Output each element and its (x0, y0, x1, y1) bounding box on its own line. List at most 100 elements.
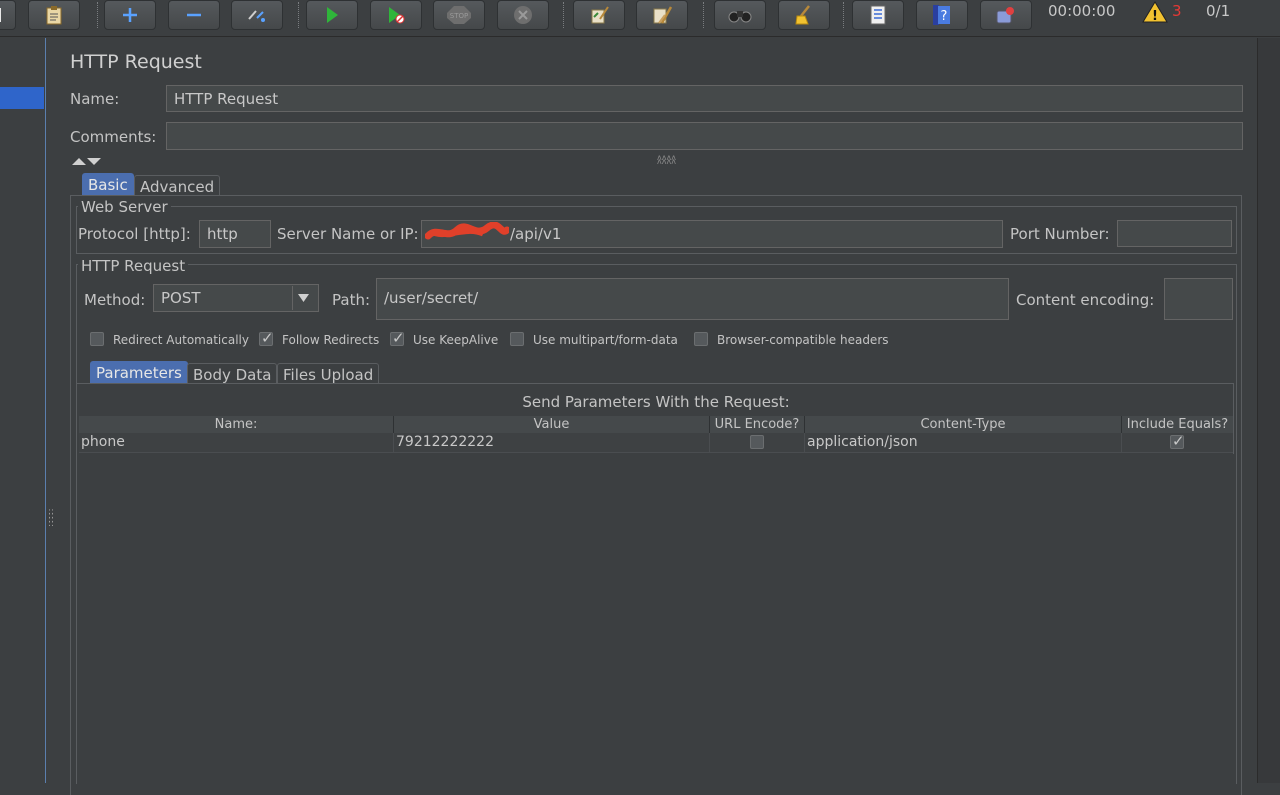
server-value: /api/v1 (510, 225, 562, 243)
checkmark-icon: ✓ (1172, 432, 1185, 450)
binoculars-icon (728, 11, 752, 23)
multipart-checkbox[interactable] (510, 332, 524, 346)
toolbar-separator (563, 2, 564, 28)
stop-icon: STOP (447, 6, 471, 24)
checkmark-icon: ✓ (261, 329, 274, 347)
toolbar: STOP ? 00:00:00 ! 3 0/1 (0, 0, 1280, 37)
include-equals-cell[interactable]: ✓ (1122, 432, 1233, 452)
server-label: Server Name or IP: (277, 225, 419, 243)
plus-icon (123, 8, 137, 22)
column-header-name[interactable]: Name: (79, 416, 394, 433)
url-encode-checkbox[interactable] (750, 435, 764, 449)
column-header-content-type[interactable]: Content-Type (805, 416, 1122, 433)
remote-button[interactable] (980, 0, 1032, 30)
tab-files-upload[interactable]: Files Upload (277, 363, 380, 384)
path-label: Path: (332, 291, 371, 309)
param-name-cell[interactable]: phone (79, 433, 394, 452)
tab-basic[interactable]: Basic (82, 173, 134, 195)
play-no-timer-icon (389, 7, 405, 24)
comments-label: Comments: (70, 128, 157, 146)
param-value-cell[interactable]: 79212222222 (394, 433, 710, 452)
column-header-url-encode[interactable]: URL Encode? (710, 416, 805, 433)
chevron-down-icon[interactable] (298, 294, 310, 302)
toggle-icon (248, 10, 265, 22)
parameters-caption: Send Parameters With the Request: (522, 393, 790, 411)
start-button[interactable] (306, 0, 358, 30)
browser-headers-checkbox[interactable] (694, 332, 708, 346)
collapse-button[interactable] (168, 0, 220, 30)
splitter-grip[interactable]: :::::::: (48, 508, 54, 529)
path-field[interactable]: /user/secret/ (376, 278, 1009, 320)
use-keepalive-checkbox[interactable]: ✓ (390, 329, 405, 347)
multipart-label: Use multipart/form-data (533, 333, 678, 347)
shutdown-icon (514, 6, 532, 24)
templates-button[interactable] (28, 0, 80, 30)
name-label: Name: (70, 90, 120, 108)
list-icon (870, 5, 886, 25)
tree-selected-item[interactable] (0, 87, 44, 109)
clear-icon (591, 6, 609, 24)
save-icon-button[interactable] (0, 0, 16, 30)
toggle-button[interactable] (231, 0, 283, 30)
http-request-title: HTTP Request (78, 257, 189, 275)
toolbar-separator (703, 2, 704, 28)
protocol-label: Protocol [http]: (78, 225, 191, 243)
clipboard-icon (46, 6, 62, 25)
browser-headers-label: Browser-compatible headers (717, 333, 889, 347)
help-button[interactable]: ? (916, 0, 968, 30)
tab-parameters[interactable]: Parameters (90, 361, 188, 383)
method-label: Method: (84, 291, 146, 309)
broom-icon (795, 5, 810, 25)
function-helper-button[interactable] (852, 0, 904, 30)
column-header-include-equals[interactable]: Include Equals? (1122, 416, 1233, 433)
name-field[interactable]: HTTP Request (166, 85, 1243, 112)
remote-icon (996, 7, 1014, 24)
collapse-arrows-icon[interactable] (71, 157, 103, 167)
content-encoding-label: Content encoding: (1016, 291, 1155, 309)
select-divider (292, 286, 293, 310)
shutdown-button[interactable] (497, 0, 549, 30)
toolbar-separator (97, 2, 98, 28)
url-encode-cell[interactable] (710, 433, 805, 452)
follow-redirects-label: Follow Redirects (282, 333, 380, 347)
follow-redirects-checkbox[interactable]: ✓ (259, 329, 274, 347)
content-encoding-field[interactable] (1164, 278, 1233, 320)
warning-count: 3 (1172, 2, 1182, 20)
svg-text:?: ? (941, 9, 948, 24)
clear-all-button[interactable] (636, 0, 688, 30)
port-field[interactable] (1117, 220, 1232, 247)
column-header-value[interactable]: Value (394, 416, 710, 433)
clear-all-icon (653, 6, 673, 24)
content-type-cell[interactable]: application/json (805, 433, 1122, 452)
port-label: Port Number: (1010, 225, 1110, 243)
checkmark-icon: ✓ (392, 329, 405, 347)
svg-text:!: ! (1152, 9, 1158, 23)
comments-field[interactable] (166, 122, 1243, 150)
redirect-automatically-checkbox[interactable] (90, 332, 104, 346)
clear-button[interactable] (573, 0, 625, 30)
search-button[interactable] (714, 0, 766, 30)
reset-search-button[interactable] (778, 0, 830, 30)
protocol-field[interactable]: http (199, 220, 271, 248)
elapsed-timer: 00:00:00 (1048, 2, 1116, 20)
warning-icon[interactable]: ! (1142, 1, 1168, 23)
table-empty-area (79, 454, 1234, 783)
thread-count: 0/1 (1206, 2, 1231, 20)
redaction-scribble (425, 222, 509, 240)
play-icon (327, 7, 338, 23)
method-value: POST (161, 289, 201, 307)
minus-icon (187, 13, 201, 17)
include-equals-checkbox[interactable]: ✓ (1170, 432, 1185, 450)
help-icon: ? (933, 5, 950, 25)
svg-text:STOP: STOP (450, 12, 468, 20)
toolbar-separator (298, 2, 299, 28)
stop-button[interactable]: STOP (433, 0, 485, 30)
web-server-title: Web Server (78, 198, 171, 216)
page-title: HTTP Request (70, 51, 202, 73)
start-no-pauses-button[interactable] (370, 0, 422, 30)
expand-button[interactable] (104, 0, 156, 30)
tab-advanced[interactable]: Advanced (134, 175, 221, 196)
tab-body-data[interactable]: Body Data (187, 363, 278, 384)
splitter-handle[interactable]: ʌʌʌʌ ʌʌʌʌ (657, 154, 676, 166)
method-select[interactable]: POST (153, 284, 319, 312)
